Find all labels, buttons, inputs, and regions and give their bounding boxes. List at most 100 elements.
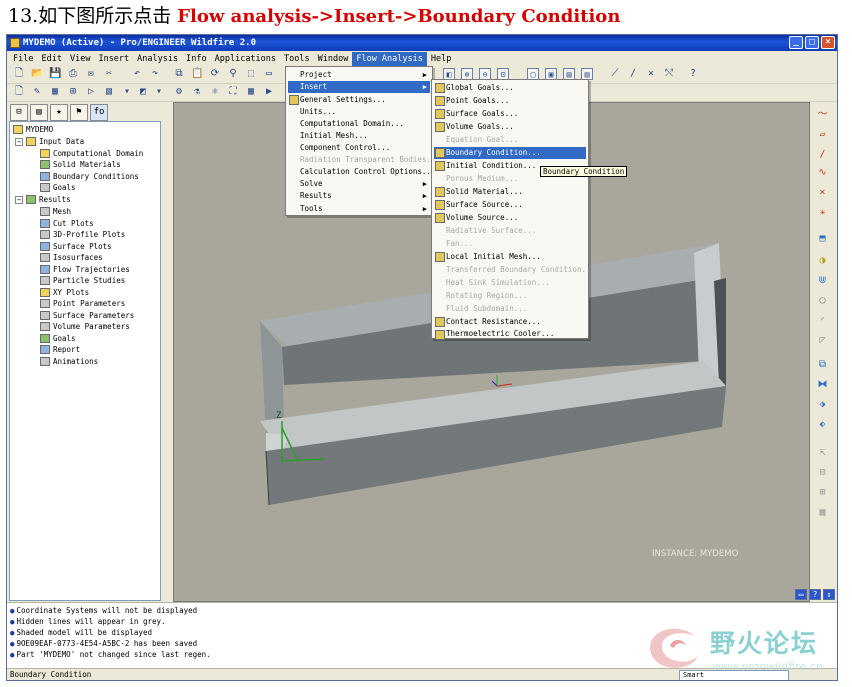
collapse-icon[interactable]: − — [15, 195, 23, 204]
thicken-tool-icon[interactable]: ⊟ — [816, 466, 829, 479]
menu-window[interactable]: Window — [314, 52, 353, 66]
tree-item-volume-parameters[interactable]: Volume Parameters — [40, 321, 130, 333]
tree-item-boundary-conditions[interactable]: Boundary Conditions — [40, 171, 139, 183]
tree-item-3d-profile-plots[interactable]: 3D-Profile Plots — [40, 229, 125, 241]
menu-item-initial-mesh[interactable]: Initial Mesh... — [288, 130, 430, 142]
menu-insert[interactable]: Insert — [94, 52, 133, 66]
merge-tool-icon[interactable]: ⬗ — [816, 398, 829, 411]
model-tree-tab-icon[interactable]: ⊟ — [10, 104, 28, 121]
menu-file[interactable]: File — [9, 52, 37, 66]
favorites-tab-icon[interactable]: ★ — [50, 104, 68, 121]
flow-wizard-icon[interactable]: ⚗ — [191, 86, 203, 98]
round-tool-icon[interactable]: ◜ — [816, 314, 829, 327]
menu-item-results[interactable]: Results ▶ — [288, 190, 430, 202]
menu-item-local-initial-mesh[interactable]: Local Initial Mesh... — [434, 251, 586, 263]
window-titlebar[interactable]: MYDEMO (Active) - Pro/ENGINEER Wildfire … — [7, 35, 837, 51]
tree-item-computational-domain[interactable]: Computational Domain — [40, 148, 143, 160]
menu-item-volume-goals[interactable]: Volume Goals... — [434, 121, 586, 133]
tree-root[interactable]: MYDEMO — [13, 124, 53, 136]
select-icon[interactable]: ⬚ — [245, 68, 257, 80]
plane-tool-icon[interactable]: ▱ — [816, 128, 829, 141]
tree-item-result-goals[interactable]: Goals — [40, 333, 76, 345]
sketch-icon[interactable]: ✎ — [31, 86, 43, 98]
print-icon[interactable]: ⎙ — [67, 68, 79, 80]
solidify-tool-icon[interactable]: ⊞ — [816, 486, 829, 499]
message-window-icon[interactable]: ▭ — [795, 589, 807, 600]
menu-item-solve[interactable]: Solve ▶ — [288, 178, 430, 190]
save-icon[interactable]: 💾 — [49, 68, 61, 80]
offset-tool-icon[interactable]: ⇱ — [816, 446, 829, 459]
tree-item-goals[interactable]: Goals — [40, 182, 76, 194]
revolve-tool-icon[interactable]: ◑ — [816, 254, 829, 267]
menu-item-global-goals[interactable]: Global Goals... — [434, 82, 586, 94]
point-tool-icon[interactable]: × — [816, 186, 829, 199]
email-icon[interactable]: ✉ — [85, 68, 97, 80]
menu-item-thermoelectric-cooler[interactable]: Thermoelectric Cooler... — [434, 329, 586, 340]
flow-project-icon[interactable]: ⚙ — [173, 86, 185, 98]
menu-item-tools[interactable]: Tools ▶ — [288, 203, 430, 215]
chamfer-tool-icon[interactable]: ◸ — [816, 334, 829, 347]
tree-item-cut-plots[interactable]: Cut Plots — [40, 218, 94, 230]
datum-axis-icon[interactable]: ∕ — [627, 68, 639, 80]
flow-domain-icon[interactable]: ⛶ — [227, 86, 239, 98]
menu-analysis[interactable]: Analysis — [133, 52, 182, 66]
sweep-tool-icon[interactable]: ⋓ — [816, 274, 829, 287]
csys-tool-icon[interactable]: ✳ — [816, 206, 829, 219]
table-tool-icon[interactable]: ▦ — [816, 506, 829, 519]
curve-tool-icon[interactable]: ∿ — [816, 166, 829, 179]
tree-item-point-parameters[interactable]: Point Parameters — [40, 298, 125, 310]
menu-flow-analysis[interactable]: Flow Analysis — [352, 51, 427, 66]
menu-item-general-settings[interactable]: General Settings... — [288, 94, 430, 106]
appearance-icon[interactable]: ◩ — [137, 86, 149, 98]
tree-item-report[interactable]: Report — [40, 344, 80, 356]
menu-item-boundary-condition[interactable]: Boundary Condition... — [434, 147, 586, 159]
menu-item-surface-goals[interactable]: Surface Goals... — [434, 108, 586, 120]
dropdown-arrow-icon[interactable]: ▾ — [121, 86, 133, 98]
window-icon[interactable]: ▭ — [263, 68, 275, 80]
open-folder-icon[interactable]: 📂 — [31, 68, 43, 80]
menu-item-computational-domain[interactable]: Computational Domain... — [288, 118, 430, 130]
expand-icon[interactable]: ⇕ — [823, 589, 835, 600]
hole-tool-icon[interactable]: ◯ — [816, 294, 829, 307]
tree-item-surface-parameters[interactable]: Surface Parameters — [40, 310, 134, 322]
close-button[interactable]: × — [821, 36, 835, 49]
pattern-tool-icon[interactable]: ⧉ — [816, 358, 829, 371]
flow-mesh-icon[interactable]: ▦ — [245, 86, 257, 98]
tree-item-surface-plots[interactable]: Surface Plots — [40, 241, 112, 253]
context-help-icon[interactable]: ? — [687, 68, 699, 80]
layer-icon[interactable]: ▦ — [49, 86, 61, 98]
new-file-icon[interactable]: 🗋 — [13, 68, 25, 80]
menu-item-solid-material[interactable]: Solid Material... — [434, 186, 586, 198]
axis-tool-icon[interactable]: ∕ — [816, 148, 829, 161]
menu-tools[interactable]: Tools — [280, 52, 314, 66]
trim-tool-icon[interactable]: ⬖ — [816, 418, 829, 431]
menu-view[interactable]: View — [66, 52, 94, 66]
connections-tab-icon[interactable]: ⚑ — [70, 104, 88, 121]
coord-sys-icon[interactable]: ⤲ — [663, 68, 675, 80]
menu-item-project[interactable]: Project ▶ — [288, 69, 430, 81]
undo-icon[interactable]: ↶ — [131, 68, 143, 80]
datum-point-icon[interactable]: × — [645, 68, 657, 80]
tree-item-mesh[interactable]: Mesh — [40, 206, 71, 218]
tree-item-animations[interactable]: Animations — [40, 356, 98, 368]
datum-plane-icon[interactable]: ⟋ — [609, 68, 621, 80]
copy-icon[interactable]: ⧉ — [173, 68, 185, 80]
regenerate-icon[interactable]: ⟳ — [209, 68, 221, 80]
tree-results[interactable]: − Results — [15, 194, 71, 206]
menu-item-point-goals[interactable]: Point Goals... — [434, 95, 586, 107]
cut-icon[interactable]: ✂ — [103, 68, 115, 80]
tree-item-particle-studies[interactable]: Particle Studies — [40, 275, 125, 287]
appearance-dropdown-icon[interactable]: ▾ — [153, 86, 165, 98]
help-icon[interactable]: ? — [809, 589, 821, 600]
play-icon[interactable]: ▷ — [85, 86, 97, 98]
find-icon[interactable]: ⚲ — [227, 68, 239, 80]
menu-item-surface-source[interactable]: Surface Source... — [434, 199, 586, 211]
minimize-button[interactable]: _ — [789, 36, 803, 49]
extrude-tool-icon[interactable]: ⬒ — [816, 232, 829, 245]
mirror-tool-icon[interactable]: ⧓ — [816, 378, 829, 391]
redo-icon[interactable]: ↷ — [149, 68, 161, 80]
menu-item-volume-source[interactable]: Volume Source... — [434, 212, 586, 224]
menu-applications[interactable]: Applications — [211, 52, 280, 66]
menu-help[interactable]: Help — [427, 52, 455, 66]
tree-input-data[interactable]: − Input Data — [15, 136, 84, 148]
